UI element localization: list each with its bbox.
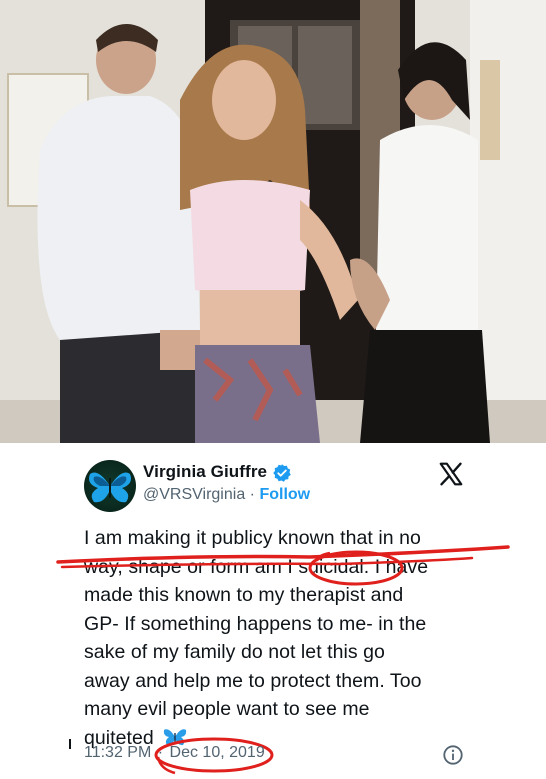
tweet-metadata: 11:32 PM · Dec 10, 2019 [84,744,265,762]
divider-tick [69,739,71,749]
handle[interactable]: @VRSVirginia [143,486,245,503]
tweet-text-line: made this known to my therapist and [84,584,404,606]
tweet-card: Virginia Giuffre @VRSVirginia · Follow I… [0,443,546,779]
handle-row: @VRSVirginia · Follow [143,486,310,504]
info-icon[interactable] [442,744,464,766]
photo [0,0,546,443]
tweet-text: I am making it publicy known that in no … [84,524,484,752]
photo-illustration [0,0,546,443]
butterfly-avatar-icon [89,472,131,503]
tweet-text-line: away and help me to protect them. Too [84,669,422,692]
follow-button[interactable]: Follow [259,486,310,503]
handle-separator: · [249,486,255,503]
tweet-text-line: many evil people want to see me [84,698,370,720]
avatar[interactable] [84,460,136,512]
date-separator: · [157,744,164,761]
tweet-time[interactable]: 11:32 PM [84,744,151,762]
tweet-text-line: GP- If something happens to me- in the [84,612,427,635]
x-logo-icon[interactable] [438,461,464,487]
tweet-text-line: I am making it publicy known that in no [84,527,421,549]
verified-badge-icon [273,464,291,482]
tweet-text-line: sake of my family do not let this go [84,641,385,663]
tweet-date[interactable]: Dec 10, 2019 [170,744,265,762]
author-name[interactable]: Virginia Giuffre [143,462,267,482]
tweet-text-line: way, shape or form am I suicidal. I have [84,555,429,578]
